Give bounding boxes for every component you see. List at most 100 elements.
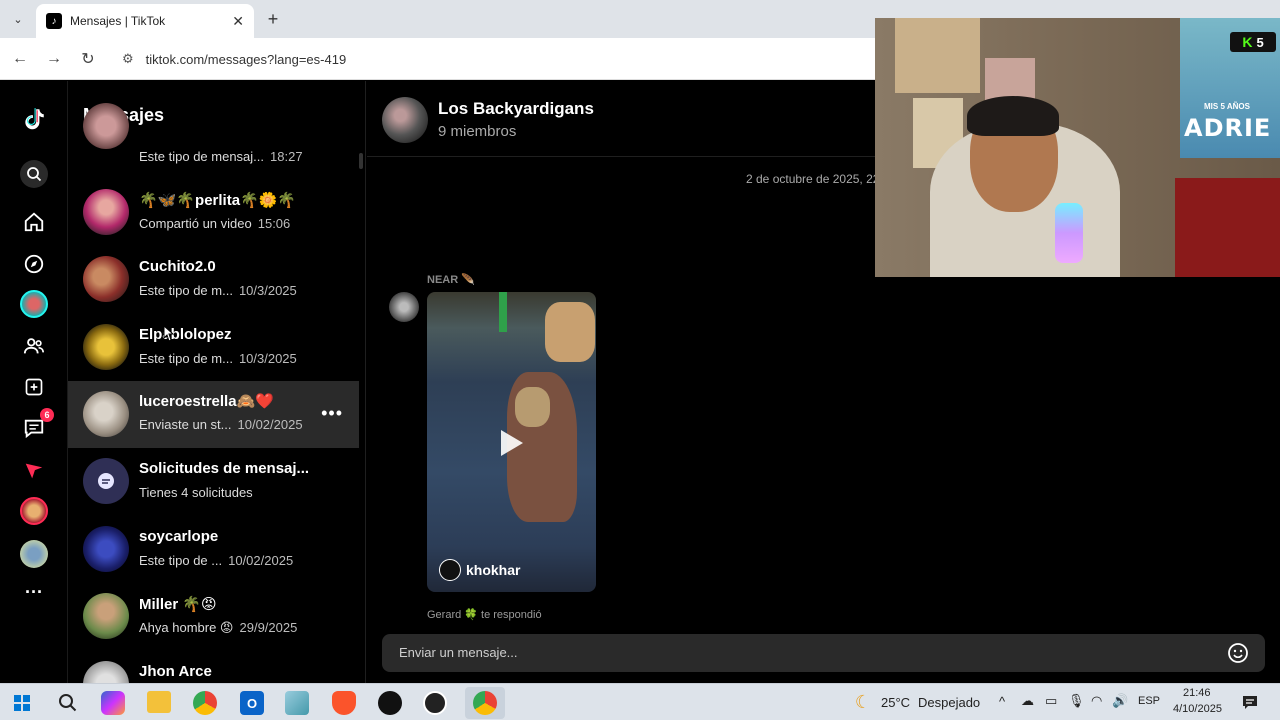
explore-icon[interactable]: [20, 250, 48, 278]
group-avatar[interactable]: [382, 97, 428, 143]
tiktok-logo-icon[interactable]: [20, 105, 48, 133]
group-members-count[interactable]: 9 miembros: [438, 123, 516, 140]
site-info-icon[interactable]: ⚙: [122, 51, 134, 67]
weather-icon[interactable]: ☾: [851, 690, 875, 714]
back-button[interactable]: ←: [9, 48, 31, 70]
volume-icon[interactable]: 🔊: [1112, 693, 1128, 709]
language-indicator[interactable]: ESP: [1138, 695, 1160, 707]
emoji-icon[interactable]: [1227, 642, 1249, 664]
notifications-icon[interactable]: [1238, 690, 1262, 714]
conversation-item[interactable]: 🌴🦋🌴perlita🌴🌼🌴 Compartió un video 15:06: [68, 180, 359, 246]
conversation-preview-row: Ahya hombre 😡 29/9/2025: [139, 620, 297, 636]
brave-icon[interactable]: [332, 691, 356, 715]
kick-logo-icon: K: [1242, 34, 1253, 50]
conversation-item-active[interactable]: luceroestrella🙈❤️ Enviaste un st... 10/02…: [68, 381, 359, 448]
banner-name-text: ADRIE: [1184, 114, 1272, 142]
weather-desc[interactable]: Despejado: [918, 695, 980, 710]
message-input-placeholder[interactable]: Enviar un mensaje...: [399, 645, 518, 660]
mouse-cursor-icon: [163, 325, 175, 342]
chrome-active-icon[interactable]: [465, 687, 505, 719]
clock-date[interactable]: 4/10/2025: [1173, 703, 1222, 715]
microphone-icon[interactable]: 🎙: [1068, 693, 1085, 709]
wall-poster: [895, 18, 980, 93]
friends-icon[interactable]: [20, 332, 48, 360]
profile-avatar[interactable]: [20, 540, 48, 568]
conversation-time: 10/3/2025: [238, 283, 297, 298]
search-icon[interactable]: [20, 160, 48, 188]
sender-avatar[interactable]: [389, 292, 419, 322]
video-iron: [515, 387, 550, 427]
app-icon[interactable]: [285, 691, 309, 715]
conversation-name: Elpablolopez: [139, 326, 232, 343]
clock-time[interactable]: 21:46: [1183, 687, 1211, 699]
message-requests-item[interactable]: Solicitudes de mensaj... Tienes 4 solici…: [68, 449, 359, 515]
reload-button[interactable]: ↻: [77, 48, 99, 70]
address-bar[interactable]: ⚙ tiktok.com/messages?lang=es-419: [112, 44, 872, 74]
conversation-time: 15:06: [257, 216, 291, 231]
conversation-time: 10/3/2025: [238, 351, 297, 366]
copilot-icon[interactable]: [101, 691, 125, 715]
app-dark-icon[interactable]: [378, 691, 402, 715]
conversation-list: Mensajes Este tipo de mensaj...18:27 🌴🦋🌴…: [68, 81, 366, 683]
new-tab-button[interactable]: +: [262, 8, 284, 30]
conversation-preview-row: Este tipo de m... 10/3/2025: [139, 283, 297, 298]
conversation-time: 29/9/2025: [239, 620, 298, 635]
message-composer[interactable]: Enviar un mensaje...: [382, 634, 1265, 672]
shared-video[interactable]: khokhar: [427, 292, 596, 592]
video-author-name: khokhar: [466, 562, 521, 578]
chrome-icon[interactable]: [193, 691, 217, 715]
conversation-avatar: [83, 391, 129, 437]
group-name[interactable]: Los Backyardigans: [438, 99, 594, 119]
windows-start-icon[interactable]: [8, 689, 36, 717]
message-sender: NEAR 🪶: [427, 274, 475, 286]
conversation-name: luceroestrella🙈❤️: [139, 393, 274, 410]
conversation-preview-row: Tienes 4 solicitudes: [139, 485, 253, 500]
live-avatar[interactable]: [20, 497, 48, 525]
tab-search-button[interactable]: ⌄: [6, 8, 30, 30]
conversation-item[interactable]: Este tipo de mensaj... 18:27: [68, 103, 359, 175]
conversation-preview: Este tipo de m...: [139, 283, 233, 298]
video-bottle: [499, 292, 507, 332]
conversation-preview: Enviaste un st...: [139, 417, 232, 432]
outlook-icon[interactable]: O: [240, 691, 264, 715]
conversation-more-icon[interactable]: •••: [321, 403, 343, 424]
more-icon[interactable]: ···: [20, 578, 48, 606]
media-player-icon[interactable]: [423, 691, 447, 715]
flowers: [1175, 178, 1280, 277]
list-scrollbar[interactable]: [359, 153, 363, 169]
file-explorer-icon[interactable]: [147, 691, 171, 713]
close-tab-icon[interactable]: ✕: [232, 13, 244, 30]
reply-note: Gerard 🍀 te respondió: [427, 609, 542, 621]
home-icon[interactable]: [20, 208, 48, 236]
play-icon[interactable]: [499, 428, 525, 458]
conversation-item[interactable]: Cuchito2.0 Este tipo de m... 10/3/2025: [68, 247, 359, 313]
weather-temp[interactable]: 25°C: [881, 695, 910, 710]
conversation-item[interactable]: Miller 🌴😡 Ahya hombre 😡 29/9/2025: [68, 584, 359, 650]
windows-taskbar: O ☾ 25°C Despejado ^ ☁ ▭ 🎙 ◠ 🔊 ESP 21:46…: [0, 683, 1280, 720]
conversation-item[interactable]: Jhon Arce: [68, 652, 359, 683]
video-author[interactable]: khokhar: [439, 559, 520, 581]
messages-icon[interactable]: 6: [20, 408, 54, 442]
search-taskbar-icon[interactable]: [54, 689, 82, 717]
left-nav-rail: 6 ···: [0, 81, 68, 683]
video-hand: [545, 302, 595, 362]
conversation-preview-row: Enviaste un st... 10/02/2025: [139, 417, 303, 432]
upload-icon[interactable]: [20, 373, 48, 401]
activity-icon[interactable]: [20, 457, 48, 485]
conversation-item[interactable]: soycarlope Este tipo de ... 10/02/2025: [68, 517, 359, 583]
forward-button[interactable]: →: [43, 48, 65, 70]
conversation-preview: Este tipo de m...: [139, 351, 233, 366]
following-icon[interactable]: [20, 290, 48, 318]
conversation-item[interactable]: Elpablolopez Este tipo de m... 10/3/2025: [68, 315, 359, 381]
banner-top-text: MIS 5 AÑOS: [1204, 102, 1250, 111]
conversation-name: 🌴🦋🌴perlita🌴🌼🌴: [139, 192, 297, 209]
tray-app-icon[interactable]: ☁: [1021, 693, 1034, 709]
browser-tab[interactable]: ♪ Mensajes | TikTok ✕: [36, 4, 254, 38]
requests-icon: [83, 458, 129, 504]
tray-device-icon[interactable]: ▭: [1045, 693, 1057, 709]
tiktok-favicon-icon: ♪: [46, 13, 62, 29]
wifi-icon[interactable]: ◠: [1091, 693, 1102, 709]
conversation-time: 10/02/2025: [237, 417, 303, 432]
date-separator: 2 de octubre de 2025, 22: [746, 172, 880, 186]
tray-chevron-icon[interactable]: ^: [999, 694, 1005, 709]
